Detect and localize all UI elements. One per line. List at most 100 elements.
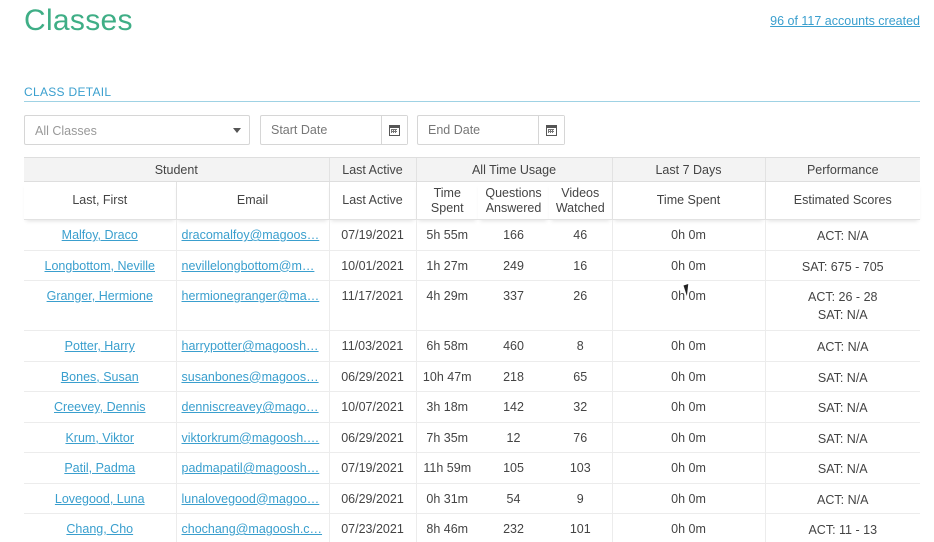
- group-header-student: Student: [24, 157, 329, 182]
- week-time-spent-cell: 0h 0m: [671, 461, 706, 475]
- table-cell: 07/19/2021: [328, 452, 416, 484]
- table-cell: 10/01/2021: [328, 250, 416, 281]
- student-email-link[interactable]: chochang@magoosh.c…: [182, 522, 323, 536]
- student-name-link[interactable]: Granger, Hermione: [47, 289, 153, 303]
- time-spent-cell: 10h 47m: [422, 369, 472, 384]
- student-email-link[interactable]: hermionegranger@ma…: [182, 289, 320, 303]
- table-row[interactable]: Granger, Hermione hermionegranger@ma… 11/1…: [24, 280, 920, 331]
- student-name-link[interactable]: Chang, Cho: [66, 522, 133, 536]
- week-time-spent-cell: 0h 0m: [671, 400, 706, 414]
- table-row[interactable]: Potter, Harry harrypotter@magoosh… 11/03/2…: [24, 330, 920, 362]
- table-cell: 337: [478, 280, 549, 331]
- student-name-link[interactable]: Bones, Susan: [61, 370, 139, 384]
- table-row[interactable]: Bones, Susan susanbones@magoos… 06/29/2021…: [24, 361, 920, 392]
- class-select[interactable]: All Classes: [24, 115, 250, 145]
- column-header-week-time-spent[interactable]: Time Spent: [611, 181, 765, 220]
- videos-watched-cell: 101: [569, 522, 591, 536]
- table-cell: 0h 0m: [611, 391, 765, 423]
- student-email-link[interactable]: harrypotter@magoosh…: [182, 339, 319, 353]
- student-email-link[interactable]: nevillelongbottom@m…: [182, 259, 315, 273]
- table-cell: 101: [549, 513, 612, 542]
- table-row[interactable]: Patil, Padma padmapatil@magoosh… 07/19/202…: [24, 452, 920, 484]
- student-email-link[interactable]: viktorkrum@magoosh.…: [182, 431, 320, 445]
- student-email-link[interactable]: padmapatil@magoosh…: [182, 461, 320, 475]
- table-cell: 06/29/2021: [328, 361, 416, 392]
- student-name-link[interactable]: Malfoy, Draco: [62, 228, 138, 242]
- estimated-scores-cell: SAT: N/A: [764, 361, 920, 392]
- questions-answered-cell: 249: [503, 258, 524, 273]
- group-header-performance: Performance: [764, 157, 920, 182]
- column-header-name[interactable]: Last, First: [24, 181, 176, 220]
- student-name-link[interactable]: Potter, Harry: [65, 339, 135, 353]
- column-header-email[interactable]: Email: [175, 181, 329, 220]
- table-cell: Longbottom, Neville: [24, 250, 176, 281]
- end-date-placeholder: End Date: [428, 123, 481, 137]
- table-cell: Lovegood, Luna: [24, 483, 176, 514]
- table-row[interactable]: Chang, Cho chochang@magoosh.c… 07/23/2021 8…: [24, 513, 920, 542]
- table-row[interactable]: Malfoy, Draco dracomalfoy@magoos… 07/19/20…: [24, 219, 920, 251]
- table-cell: 0h 0m: [611, 330, 765, 362]
- section-divider: [24, 101, 920, 102]
- student-email-link[interactable]: dracomalfoy@magoos…: [182, 228, 320, 242]
- table-cell: lunalovegood@magoo…: [175, 483, 329, 514]
- estimated-score: ACT: N/A: [817, 229, 869, 243]
- start-date-field[interactable]: Start Date: [260, 115, 408, 145]
- group-header-last-active: Last Active: [328, 157, 416, 182]
- estimated-scores-cell: SAT: N/A: [764, 452, 920, 484]
- videos-watched-cell: 65: [573, 369, 588, 384]
- table-cell: 103: [549, 452, 612, 484]
- table-cell: susanbones@magoos…: [175, 361, 329, 392]
- table-cell: 9: [549, 483, 612, 514]
- table-cell: 0h 0m: [611, 513, 765, 542]
- estimated-score: ACT: 26 - 28: [808, 290, 878, 304]
- questions-answered-cell: 12: [506, 430, 521, 445]
- videos-watched-cell: 32: [573, 400, 588, 414]
- table-cell: 06/29/2021: [328, 483, 416, 514]
- time-spent-cell: 5h 55m: [426, 228, 469, 242]
- student-name-link[interactable]: Lovegood, Luna: [55, 492, 145, 506]
- section-label: CLASS DETAIL: [24, 85, 112, 99]
- table-row[interactable]: Creevey, Dennis denniscreavey@mago… 10/07/…: [24, 391, 920, 423]
- table-row[interactable]: Longbottom, Neville nevillelongbottom@m… 1…: [24, 250, 920, 281]
- estimated-scores-cell: ACT: N/A: [764, 483, 920, 514]
- table-cell: 32: [549, 391, 612, 423]
- table-body: Malfoy, Draco dracomalfoy@magoos… 07/19/20…: [24, 219, 920, 542]
- last-active-cell: 11/17/2021: [341, 289, 404, 303]
- end-date-field[interactable]: End Date: [417, 115, 565, 145]
- last-active-cell: 10/07/2021: [341, 400, 404, 414]
- student-name-link[interactable]: Creevey, Dennis: [54, 400, 145, 414]
- table-cell: Creevey, Dennis: [24, 391, 176, 423]
- column-header-last-active[interactable]: Last Active: [328, 181, 416, 220]
- start-date-placeholder: Start Date: [271, 123, 328, 137]
- table-row[interactable]: Krum, Viktor viktorkrum@magoosh.… 06/29/20…: [24, 422, 920, 453]
- questions-answered-cell: 54: [506, 491, 521, 506]
- column-header-questions-answered[interactable]: Questions Answered: [478, 181, 549, 220]
- student-email-link[interactable]: denniscreavey@mago…: [182, 400, 319, 414]
- group-header-last-7-days: Last 7 Days: [611, 157, 765, 182]
- table-cell: 46: [549, 219, 612, 251]
- videos-watched-cell: 46: [573, 228, 588, 242]
- table-cell: 460: [478, 330, 549, 362]
- student-name-link[interactable]: Patil, Padma: [64, 461, 135, 475]
- calendar-icon: [389, 124, 400, 136]
- column-header-time-spent[interactable]: Time Spent: [415, 181, 478, 220]
- student-name-link[interactable]: Longbottom, Neville: [45, 259, 155, 273]
- last-active-cell: 07/19/2021: [341, 228, 404, 242]
- estimated-score: ACT: N/A: [817, 492, 869, 507]
- accounts-created-link[interactable]: 96 of 117 accounts created: [770, 14, 920, 28]
- table-cell: padmapatil@magoosh…: [175, 452, 329, 484]
- column-header-videos-watched[interactable]: Videos Watched: [549, 181, 612, 220]
- start-date-calendar-button[interactable]: [381, 116, 407, 144]
- table-row[interactable]: Lovegood, Luna lunalovegood@magoo… 06/29/2…: [24, 483, 920, 514]
- end-date-calendar-button[interactable]: [538, 116, 564, 144]
- student-email-link[interactable]: susanbones@magoos…: [182, 370, 319, 384]
- table-cell: Granger, Hermione: [24, 280, 176, 331]
- column-header-estimated-scores[interactable]: Estimated Scores: [764, 181, 920, 220]
- videos-watched-cell: 26: [573, 289, 588, 303]
- table-cell: 0h 0m: [611, 219, 765, 251]
- student-email-link[interactable]: lunalovegood@magoo…: [182, 492, 320, 506]
- table-cell: 65: [549, 361, 612, 392]
- videos-watched-cell: 16: [573, 258, 588, 273]
- student-name-link[interactable]: Krum, Viktor: [65, 431, 134, 445]
- table-cell: 0h 0m: [611, 361, 765, 392]
